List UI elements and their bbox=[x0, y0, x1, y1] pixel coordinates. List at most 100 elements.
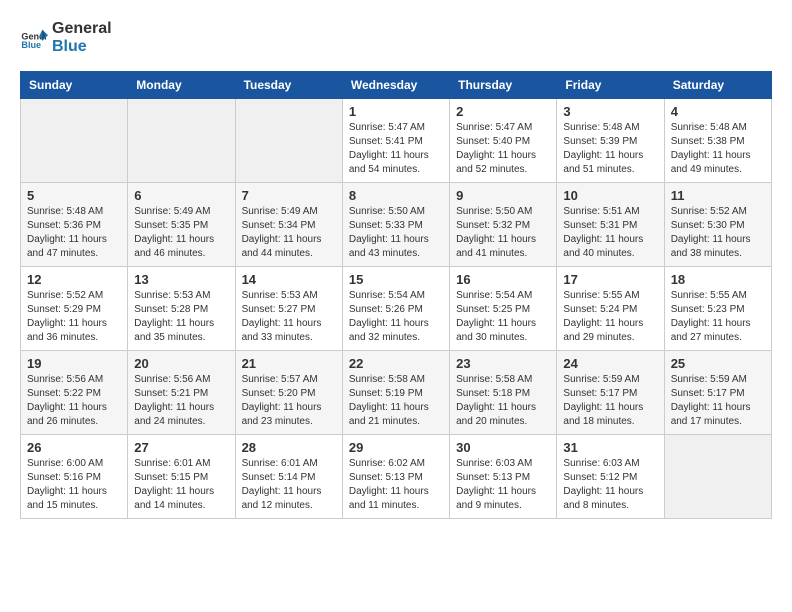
day-number: 28 bbox=[242, 440, 336, 455]
day-number: 13 bbox=[134, 272, 228, 287]
day-content: Sunrise: 5:48 AM Sunset: 5:39 PM Dayligh… bbox=[563, 121, 657, 177]
weekday-header-sunday: Sunday bbox=[21, 72, 128, 99]
calendar-cell-day-29: 29 Sunrise: 6:02 AM Sunset: 5:13 PM Dayli… bbox=[342, 435, 449, 519]
logo: General Blue General Blue bbox=[20, 20, 112, 55]
calendar-cell-day-23: 23 Sunrise: 5:58 AM Sunset: 5:18 PM Dayli… bbox=[450, 351, 557, 435]
logo-icon: General Blue bbox=[20, 24, 48, 52]
calendar-cell-day-15: 15 Sunrise: 5:54 AM Sunset: 5:26 PM Dayli… bbox=[342, 267, 449, 351]
day-content: Sunrise: 5:58 AM Sunset: 5:18 PM Dayligh… bbox=[456, 373, 550, 429]
calendar-cell-empty bbox=[664, 435, 771, 519]
day-content: Sunrise: 5:53 AM Sunset: 5:28 PM Dayligh… bbox=[134, 289, 228, 345]
weekday-header-friday: Friday bbox=[557, 72, 664, 99]
day-content: Sunrise: 5:56 AM Sunset: 5:22 PM Dayligh… bbox=[27, 373, 121, 429]
day-content: Sunrise: 5:56 AM Sunset: 5:21 PM Dayligh… bbox=[134, 373, 228, 429]
day-content: Sunrise: 5:54 AM Sunset: 5:26 PM Dayligh… bbox=[349, 289, 443, 345]
weekday-header-wednesday: Wednesday bbox=[342, 72, 449, 99]
calendar-cell-day-20: 20 Sunrise: 5:56 AM Sunset: 5:21 PM Dayli… bbox=[128, 351, 235, 435]
calendar-cell-day-4: 4 Sunrise: 5:48 AM Sunset: 5:38 PM Daylig… bbox=[664, 99, 771, 183]
day-content: Sunrise: 5:57 AM Sunset: 5:20 PM Dayligh… bbox=[242, 373, 336, 429]
calendar-cell-day-19: 19 Sunrise: 5:56 AM Sunset: 5:22 PM Dayli… bbox=[21, 351, 128, 435]
calendar-cell-day-6: 6Sunrise: 5:49 AM Sunset: 5:35 PM Daylig… bbox=[128, 183, 235, 267]
day-content: Sunrise: 6:00 AM Sunset: 5:16 PM Dayligh… bbox=[27, 457, 121, 513]
day-number: 31 bbox=[563, 440, 657, 455]
calendar-header-row: SundayMondayTuesdayWednesdayThursdayFrid… bbox=[21, 72, 772, 99]
calendar-cell-day-13: 13 Sunrise: 5:53 AM Sunset: 5:28 PM Dayli… bbox=[128, 267, 235, 351]
day-number: 4 bbox=[671, 104, 765, 119]
calendar-cell-day-18: 18 Sunrise: 5:55 AM Sunset: 5:23 PM Dayli… bbox=[664, 267, 771, 351]
weekday-header-tuesday: Tuesday bbox=[235, 72, 342, 99]
day-number: 15 bbox=[349, 272, 443, 287]
weekday-header-monday: Monday bbox=[128, 72, 235, 99]
day-content: Sunrise: 5:47 AM Sunset: 5:40 PM Dayligh… bbox=[456, 121, 550, 177]
day-content: Sunrise: 5:50 AM Sunset: 5:33 PM Dayligh… bbox=[349, 205, 443, 261]
day-number: 21 bbox=[242, 356, 336, 371]
day-number: 18 bbox=[671, 272, 765, 287]
day-content: Sunrise: 5:55 AM Sunset: 5:24 PM Dayligh… bbox=[563, 289, 657, 345]
day-number: 8 bbox=[349, 188, 443, 203]
calendar-week-row: 19 Sunrise: 5:56 AM Sunset: 5:22 PM Dayli… bbox=[21, 351, 772, 435]
day-content: Sunrise: 5:52 AM Sunset: 5:29 PM Dayligh… bbox=[27, 289, 121, 345]
calendar-cell-day-24: 24 Sunrise: 5:59 AM Sunset: 5:17 PM Dayli… bbox=[557, 351, 664, 435]
day-content: Sunrise: 5:54 AM Sunset: 5:25 PM Dayligh… bbox=[456, 289, 550, 345]
day-number: 9 bbox=[456, 188, 550, 203]
calendar-cell-day-12: 12Sunrise: 5:52 AM Sunset: 5:29 PM Dayli… bbox=[21, 267, 128, 351]
calendar-cell-day-3: 3 Sunrise: 5:48 AM Sunset: 5:39 PM Daylig… bbox=[557, 99, 664, 183]
day-number: 23 bbox=[456, 356, 550, 371]
day-content: Sunrise: 5:48 AM Sunset: 5:36 PM Dayligh… bbox=[27, 205, 121, 261]
svg-text:Blue: Blue bbox=[21, 39, 41, 49]
day-content: Sunrise: 5:53 AM Sunset: 5:27 PM Dayligh… bbox=[242, 289, 336, 345]
day-number: 20 bbox=[134, 356, 228, 371]
day-content: Sunrise: 5:52 AM Sunset: 5:30 PM Dayligh… bbox=[671, 205, 765, 261]
day-content: Sunrise: 5:49 AM Sunset: 5:34 PM Dayligh… bbox=[242, 205, 336, 261]
day-number: 29 bbox=[349, 440, 443, 455]
calendar-table: SundayMondayTuesdayWednesdayThursdayFrid… bbox=[20, 71, 772, 519]
logo-blue-text: Blue bbox=[52, 38, 112, 56]
day-number: 30 bbox=[456, 440, 550, 455]
day-content: Sunrise: 6:03 AM Sunset: 5:12 PM Dayligh… bbox=[563, 457, 657, 513]
calendar-week-row: 26 Sunrise: 6:00 AM Sunset: 5:16 PM Dayli… bbox=[21, 435, 772, 519]
day-content: Sunrise: 5:51 AM Sunset: 5:31 PM Dayligh… bbox=[563, 205, 657, 261]
day-number: 19 bbox=[27, 356, 121, 371]
day-content: Sunrise: 5:48 AM Sunset: 5:38 PM Dayligh… bbox=[671, 121, 765, 177]
calendar-cell-day-28: 28 Sunrise: 6:01 AM Sunset: 5:14 PM Dayli… bbox=[235, 435, 342, 519]
logo-general-text: General bbox=[52, 20, 112, 38]
day-content: Sunrise: 5:50 AM Sunset: 5:32 PM Dayligh… bbox=[456, 205, 550, 261]
calendar-cell-day-9: 9 Sunrise: 5:50 AM Sunset: 5:32 PM Daylig… bbox=[450, 183, 557, 267]
calendar-cell-day-25: 25Sunrise: 5:59 AM Sunset: 5:17 PM Dayli… bbox=[664, 351, 771, 435]
calendar-cell-day-1: 1Sunrise: 5:47 AM Sunset: 5:41 PM Daylig… bbox=[342, 99, 449, 183]
calendar-cell-day-5: 5 Sunrise: 5:48 AM Sunset: 5:36 PM Daylig… bbox=[21, 183, 128, 267]
day-number: 26 bbox=[27, 440, 121, 455]
calendar-week-row: 5 Sunrise: 5:48 AM Sunset: 5:36 PM Daylig… bbox=[21, 183, 772, 267]
calendar-cell-empty bbox=[235, 99, 342, 183]
day-number: 3 bbox=[563, 104, 657, 119]
day-number: 16 bbox=[456, 272, 550, 287]
day-number: 5 bbox=[27, 188, 121, 203]
day-number: 11 bbox=[671, 188, 765, 203]
day-content: Sunrise: 6:02 AM Sunset: 5:13 PM Dayligh… bbox=[349, 457, 443, 513]
calendar-cell-day-30: 30 Sunrise: 6:03 AM Sunset: 5:13 PM Dayli… bbox=[450, 435, 557, 519]
day-content: Sunrise: 6:01 AM Sunset: 5:14 PM Dayligh… bbox=[242, 457, 336, 513]
day-number: 17 bbox=[563, 272, 657, 287]
day-number: 7 bbox=[242, 188, 336, 203]
day-number: 14 bbox=[242, 272, 336, 287]
day-number: 6 bbox=[134, 188, 228, 203]
day-content: Sunrise: 5:58 AM Sunset: 5:19 PM Dayligh… bbox=[349, 373, 443, 429]
calendar-cell-empty bbox=[128, 99, 235, 183]
calendar-cell-day-2: 2Sunrise: 5:47 AM Sunset: 5:40 PM Daylig… bbox=[450, 99, 557, 183]
day-number: 1 bbox=[349, 104, 443, 119]
day-content: Sunrise: 5:59 AM Sunset: 5:17 PM Dayligh… bbox=[563, 373, 657, 429]
calendar-cell-day-16: 16 Sunrise: 5:54 AM Sunset: 5:25 PM Dayli… bbox=[450, 267, 557, 351]
calendar-week-row: 1Sunrise: 5:47 AM Sunset: 5:41 PM Daylig… bbox=[21, 99, 772, 183]
calendar-cell-day-11: 11 Sunrise: 5:52 AM Sunset: 5:30 PM Dayli… bbox=[664, 183, 771, 267]
calendar-cell-day-10: 10 Sunrise: 5:51 AM Sunset: 5:31 PM Dayli… bbox=[557, 183, 664, 267]
calendar-cell-day-17: 17 Sunrise: 5:55 AM Sunset: 5:24 PM Dayli… bbox=[557, 267, 664, 351]
day-content: Sunrise: 5:55 AM Sunset: 5:23 PM Dayligh… bbox=[671, 289, 765, 345]
day-number: 24 bbox=[563, 356, 657, 371]
calendar-cell-day-14: 14 Sunrise: 5:53 AM Sunset: 5:27 PM Dayli… bbox=[235, 267, 342, 351]
calendar-cell-empty bbox=[21, 99, 128, 183]
day-content: Sunrise: 6:03 AM Sunset: 5:13 PM Dayligh… bbox=[456, 457, 550, 513]
day-number: 25 bbox=[671, 356, 765, 371]
calendar-cell-day-21: 21 Sunrise: 5:57 AM Sunset: 5:20 PM Dayli… bbox=[235, 351, 342, 435]
calendar-cell-day-31: 31 Sunrise: 6:03 AM Sunset: 5:12 PM Dayli… bbox=[557, 435, 664, 519]
day-number: 10 bbox=[563, 188, 657, 203]
